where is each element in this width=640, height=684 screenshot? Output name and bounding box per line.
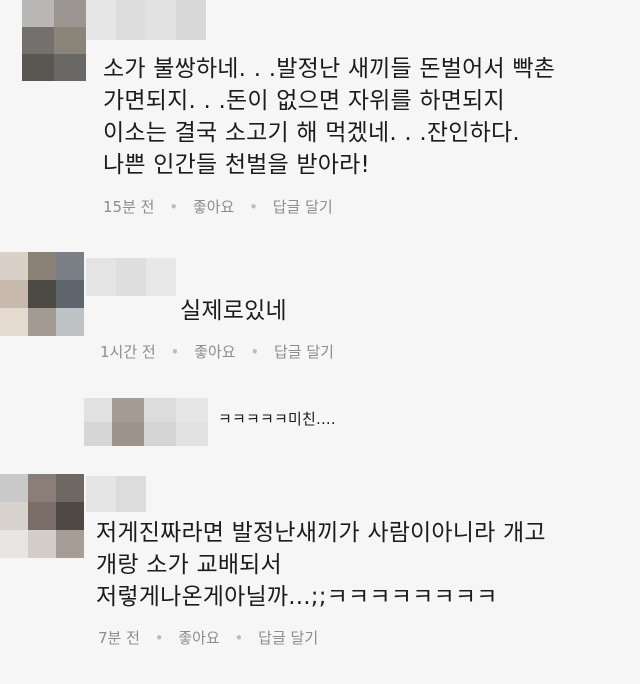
reply-button[interactable]: 답글 달기	[273, 198, 333, 216]
comment-text-line: ㅋㅋㅋㅋㅋ미친....	[218, 410, 336, 428]
separator-dot: •	[249, 198, 258, 216]
comment-meta: 15분 전 • 좋아요 • 답글 달기	[103, 196, 343, 217]
like-button[interactable]: 좋아요	[194, 343, 235, 361]
reply-button[interactable]: 답글 달기	[258, 629, 318, 647]
timestamp: 1시간 전	[100, 343, 156, 361]
timestamp: 15분 전	[103, 198, 155, 216]
comment-text-line: 저게진짜라면 발정난새끼가 사람이아니라 개고	[96, 520, 546, 546]
comment-text-line: 나쁜 인간들 천벌을 받아라!	[103, 152, 370, 178]
separator-dot: •	[250, 343, 260, 361]
like-button[interactable]: 좋아요	[178, 629, 219, 647]
comment-text-line: 실제로있네	[180, 298, 287, 324]
comment-text-line: 소가 불쌍하네. . .발정난 새끼들 돈벌어서 빡촌	[103, 56, 556, 82]
username-blurred[interactable]	[86, 258, 176, 296]
separator-dot: •	[169, 198, 179, 216]
avatar-blurred[interactable]	[0, 474, 84, 558]
comment-text-line: 가면되지. . .돈이 없으면 자위를 하면되지	[103, 88, 505, 114]
comment-meta: 1시간 전 • 좋아요 • 답글 달기	[100, 341, 344, 362]
avatar-blurred[interactable]	[0, 252, 84, 336]
username-blurred[interactable]	[86, 476, 146, 512]
separator-dot: •	[154, 629, 164, 647]
username-blurred[interactable]	[86, 0, 206, 40]
timestamp: 7분 전	[98, 629, 140, 647]
separator-dot: •	[234, 629, 244, 647]
comment-text-line: 개랑 소가 교배되서	[96, 552, 282, 578]
avatar-blurred[interactable]	[84, 398, 112, 446]
comment-text-line: 저렇게나온게아닐까...;;ㅋㅋㅋㅋㅋㅋㅋㅋ	[96, 584, 498, 610]
username-blurred[interactable]	[112, 398, 208, 446]
comment-meta: 7분 전 • 좋아요 • 답글 달기	[98, 627, 328, 648]
separator-dot: •	[170, 343, 180, 361]
avatar-blurred[interactable]	[22, 0, 86, 81]
reply-button[interactable]: 답글 달기	[274, 343, 334, 361]
like-button[interactable]: 좋아요	[193, 198, 234, 216]
comment-text-line: 이소는 결국 소고기 해 먹겠네. . .잔인하다.	[103, 120, 520, 146]
